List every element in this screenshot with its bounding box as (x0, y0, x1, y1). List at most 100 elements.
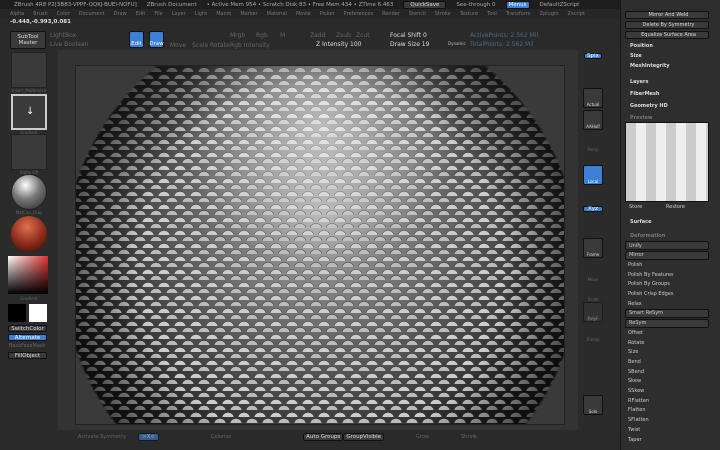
focal-shift-slider[interactable]: Focal Shift 0 (390, 32, 427, 39)
mrgb-button[interactable]: Mrgb (230, 32, 245, 39)
rgb-intensity-slider[interactable]: Rgb Intensity (230, 42, 270, 49)
backface-mask-button[interactable]: BackFaceMask (9, 343, 45, 349)
persp-button[interactable]: Persp (583, 132, 603, 152)
rgb-button[interactable]: Rgb (256, 32, 268, 39)
fibermesh-section[interactable]: FiberMesh (630, 91, 659, 97)
edit-button[interactable]: Edit (129, 31, 144, 48)
lightbox-button[interactable]: LightBox (50, 32, 76, 39)
deformation-taper[interactable]: Taper (625, 435, 709, 444)
deformation-rflatten[interactable]: RFlatten (625, 396, 709, 405)
menu-picker[interactable]: Picker (320, 11, 335, 17)
surface-section[interactable]: Surface (630, 219, 652, 225)
menu-document[interactable]: Document (79, 11, 105, 17)
menu-edit[interactable]: Edit (136, 11, 146, 17)
preview-thumbnail[interactable] (625, 122, 709, 202)
rotate-button[interactable]: Rotate (210, 42, 230, 49)
grow-button[interactable]: Grow (416, 434, 429, 440)
auto-groups-button[interactable]: Auto Groups (303, 433, 344, 441)
stroke-thumbnail[interactable]: ↓ (11, 94, 47, 130)
scale-button[interactable]: Scale (192, 42, 208, 49)
menu-tool[interactable]: Tool (487, 11, 497, 17)
see-through-slider[interactable]: See-through 0 (456, 2, 495, 8)
equalize-surface-area-button[interactable]: Equalize Surface Area (625, 31, 709, 39)
aahalf-button[interactable]: AAHalf (583, 110, 603, 130)
menu-texture[interactable]: Texture (460, 11, 478, 17)
polyf-button[interactable]: PolyF (583, 302, 603, 322)
quicksave-button[interactable]: QuickSave (403, 0, 447, 9)
deformation-mirror[interactable]: Mirror (625, 250, 709, 260)
menu-material[interactable]: Material (267, 11, 287, 17)
menu-file[interactable]: File (154, 11, 162, 17)
menu-alpha[interactable]: Alpha (10, 11, 24, 17)
move-button[interactable]: Move (170, 42, 186, 49)
menu-light[interactable]: Light (195, 11, 207, 17)
actual-button[interactable]: Actual (583, 88, 603, 108)
deformation-unify[interactable]: Unify (625, 241, 709, 250)
deformation-skew[interactable]: Skew (625, 377, 709, 386)
delete-by-symmetry-button[interactable]: Delete By Symmetry (625, 21, 709, 29)
dynamic-button[interactable]: Dynamic (448, 41, 466, 46)
switch-color-button[interactable]: SwitchColor (8, 325, 47, 332)
alternate-button[interactable]: Alternate (8, 334, 47, 341)
menu-transform[interactable]: Transform (506, 11, 531, 17)
deformation-flatten[interactable]: Flatten (625, 406, 709, 415)
menu-layer[interactable]: Layer (172, 11, 186, 17)
menu-marker[interactable]: Marker (240, 11, 257, 17)
deformation-twist[interactable]: Twist (625, 425, 709, 434)
restore-button[interactable]: Restore (666, 204, 685, 210)
zadd-button[interactable]: Zadd (310, 32, 325, 39)
mirror-and-weld-button[interactable]: Mirror And Weld (625, 11, 709, 19)
deformation-rotate[interactable]: Rotate (625, 338, 709, 347)
meshintegrity-section[interactable]: MeshIntegrity (630, 63, 670, 69)
menu-color[interactable]: Color (57, 11, 70, 17)
deformation-size[interactable]: Size (625, 348, 709, 357)
x-symmetry-button[interactable]: >X< (138, 433, 160, 441)
menu-zplugin[interactable]: Zplugin (540, 11, 559, 17)
brush-thumbnail[interactable] (11, 52, 47, 88)
viewport-canvas[interactable] (75, 65, 565, 425)
colorize-button[interactable]: Colorize (211, 434, 231, 440)
material-thumbnail[interactable] (11, 174, 47, 210)
deformation-polish-by-features[interactable]: Polish By Features (625, 270, 709, 279)
menu-stencil[interactable]: Stencil (409, 11, 426, 17)
menu-draw[interactable]: Draw (114, 11, 127, 17)
menus-button[interactable]: Menus (505, 0, 530, 9)
deformation-polish-crisp-edges[interactable]: Polish Crisp Edges (625, 290, 709, 299)
alpha-thumbnail[interactable] (11, 134, 47, 170)
z-intensity-slider[interactable]: Z Intensity 100 (316, 41, 362, 48)
gradient-button[interactable]: Gradient (11, 296, 47, 301)
menu-preferences[interactable]: Preferences (344, 11, 373, 17)
activate-symmetry-button[interactable]: Activate Symmetry (78, 434, 126, 440)
deformation-relax[interactable]: Relax (625, 299, 709, 308)
menu-render[interactable]: Render (382, 11, 400, 17)
deformation-smart-resym[interactable]: Smart ReSym (625, 308, 709, 318)
deformation-bend[interactable]: Bend (625, 357, 709, 366)
m-button[interactable]: M (280, 32, 285, 39)
menu-macro[interactable]: Macro (216, 11, 231, 17)
color-picker[interactable] (8, 256, 48, 294)
deformation-sskew[interactable]: SSkew (625, 387, 709, 396)
secondary-color-swatch[interactable] (8, 304, 26, 322)
deformation-sflatten[interactable]: SFlatten (625, 416, 709, 425)
deformation-polish[interactable]: Polish (625, 260, 709, 269)
layers-section[interactable]: Layers (630, 79, 649, 85)
size-section[interactable]: Size (630, 53, 642, 59)
main-color-swatch[interactable] (29, 304, 47, 322)
draw-button[interactable]: Draw (149, 31, 164, 48)
fill-object-button[interactable]: FillObject (8, 352, 47, 359)
zcut-button[interactable]: Zcut (356, 32, 370, 39)
script-button[interactable]: DefaultZScript (540, 2, 580, 8)
deformation-sbend[interactable]: SBend (625, 367, 709, 376)
scale-view-button[interactable]: Scale (583, 282, 603, 302)
position-section[interactable]: Position (630, 43, 653, 49)
draw-size-slider[interactable]: Draw Size 19 (390, 41, 429, 48)
zsub-button[interactable]: Zsub (336, 32, 351, 39)
transp-button[interactable]: Transp (583, 322, 603, 342)
store-button[interactable]: Store (629, 204, 642, 210)
menu-stroke[interactable]: Stroke (435, 11, 451, 17)
geometry-hd-section[interactable]: Geometry HD (630, 103, 668, 109)
solo-button[interactable]: Solo (583, 395, 603, 415)
live-boolean-button[interactable]: Live Boolean (50, 41, 88, 48)
menu-zscript[interactable]: Zscript (568, 11, 585, 17)
subtool-master-button[interactable]: SubTool Master (10, 31, 46, 49)
